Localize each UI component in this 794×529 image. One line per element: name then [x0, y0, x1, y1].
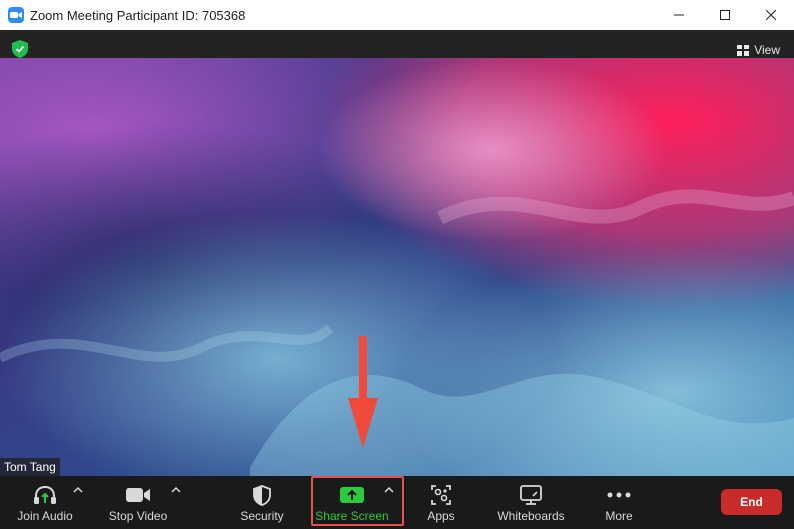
share-screen-highlight-box: [311, 476, 404, 526]
view-label: View: [754, 43, 780, 57]
end-meeting-button[interactable]: End: [721, 489, 782, 515]
more-ellipsis-icon: [607, 492, 631, 498]
video-camera-icon: [126, 488, 150, 502]
window-title: Zoom Meeting Participant ID: 705368: [30, 7, 246, 23]
whiteboards-button[interactable]: Whiteboards: [492, 476, 570, 529]
encryption-shield-icon[interactable]: [12, 40, 28, 58]
more-label: More: [605, 509, 633, 523]
apps-icon: [431, 485, 451, 505]
participant-video: [0, 58, 794, 476]
headphones-icon: [34, 485, 56, 504]
stop-video-button[interactable]: Stop Video: [104, 476, 172, 529]
close-button[interactable]: [748, 0, 794, 30]
meeting-topbar: [0, 30, 794, 58]
video-options-chevron-up-icon[interactable]: [171, 486, 181, 494]
more-button[interactable]: More: [600, 476, 638, 529]
participant-name-tag: Tom Tang: [0, 458, 60, 476]
view-button[interactable]: View: [731, 40, 786, 60]
window-titlebar: Zoom Meeting Participant ID: 705368: [0, 0, 794, 30]
join-audio-button[interactable]: Join Audio: [12, 476, 78, 529]
security-button[interactable]: Security: [233, 476, 291, 529]
grid-view-icon: [737, 44, 750, 56]
security-label: Security: [240, 509, 284, 523]
audio-options-chevron-up-icon[interactable]: [73, 486, 83, 494]
minimize-icon: [674, 14, 684, 16]
whiteboards-label: Whiteboards: [497, 509, 565, 523]
security-shield-icon: [253, 484, 271, 506]
apps-label: Apps: [427, 509, 455, 523]
maximize-icon: [720, 10, 730, 20]
zoom-app-icon: [8, 7, 24, 23]
close-icon: [766, 10, 776, 20]
whiteboard-icon: [520, 485, 542, 505]
apps-button[interactable]: Apps: [420, 476, 462, 529]
maximize-button[interactable]: [702, 0, 748, 30]
join-audio-label: Join Audio: [17, 509, 73, 523]
minimize-button[interactable]: [656, 0, 702, 30]
stop-video-label: Stop Video: [108, 509, 168, 523]
